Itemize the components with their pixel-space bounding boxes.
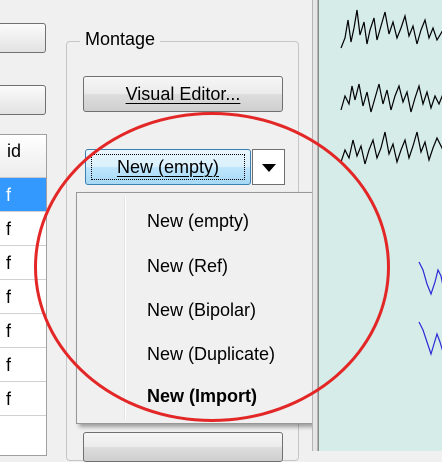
eeg-trace-4	[418, 261, 442, 296]
new-montage-dropdown-arrow-icon[interactable]	[252, 149, 285, 185]
left-top-button[interactable]	[0, 23, 46, 53]
table-row[interactable]: f	[0, 382, 46, 416]
menu-item-new-ref[interactable]: New (Ref)	[147, 256, 228, 277]
table-row[interactable]: f	[0, 246, 46, 280]
table-row[interactable]: f	[0, 348, 46, 382]
eeg-trace-3	[340, 131, 442, 165]
visual-editor-button[interactable]: Visual Editor...	[83, 76, 283, 112]
table-row[interactable]: f	[0, 314, 46, 348]
new-montage-menu: New (empty) New (Ref) New (Bipolar) New …	[76, 192, 328, 424]
menu-item-new-empty[interactable]: New (empty)	[147, 211, 249, 232]
channel-table: id f f f f f f f	[0, 134, 47, 456]
menu-item-new-import[interactable]: New (Import)	[147, 386, 257, 407]
eeg-trace-1	[340, 9, 442, 49]
new-montage-button[interactable]: New (empty)	[85, 149, 251, 185]
table-row[interactable]: f	[0, 212, 46, 246]
table-row[interactable]: f	[0, 280, 46, 314]
eeg-traces	[340, 9, 442, 356]
eeg-signal-view[interactable]	[318, 0, 442, 451]
eeg-trace-2	[340, 83, 442, 113]
menu-gutter-separator	[124, 197, 126, 419]
new-montage-button-label: New (empty)	[116, 157, 219, 177]
montage-bottom-button[interactable]	[83, 432, 283, 462]
left-second-button[interactable]	[0, 85, 46, 115]
montage-group-title: Montage	[80, 29, 161, 50]
menu-item-new-duplicate[interactable]: New (Duplicate)	[147, 344, 275, 365]
menu-item-new-bipolar[interactable]: New (Bipolar)	[147, 300, 256, 321]
visual-editor-button-label: Visual Editor...	[125, 84, 241, 104]
eeg-trace-5	[418, 321, 442, 356]
table-row[interactable]: f	[0, 178, 46, 212]
table-header-id[interactable]: id	[0, 135, 46, 178]
